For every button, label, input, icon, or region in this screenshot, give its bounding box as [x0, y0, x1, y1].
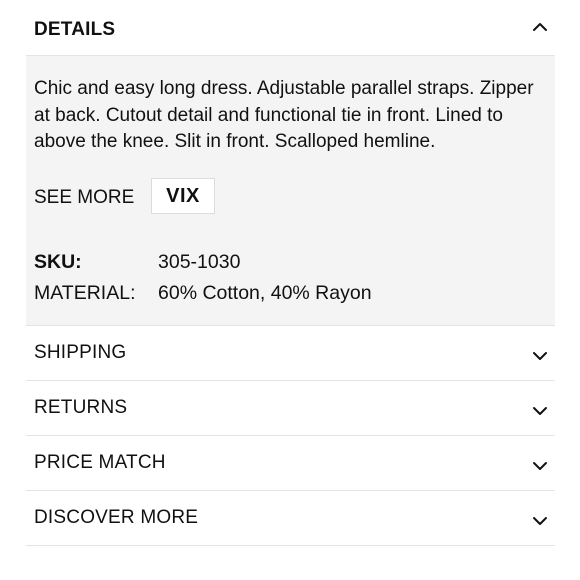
brand-button[interactable]: VIX — [151, 178, 215, 214]
see-more-label: SEE MORE — [34, 187, 135, 208]
product-description: Chic and easy long dress. Adjustable par… — [34, 78, 534, 152]
sku-label: SKU: — [34, 251, 82, 273]
chevron-down-icon[interactable] — [531, 402, 549, 420]
price-match-section-header[interactable]: PRICE MATCH — [26, 436, 555, 491]
discover-more-section-title: DISCOVER MORE — [34, 507, 199, 528]
material-value: 60% Cotton, 40% Rayon — [158, 282, 372, 304]
sku-value: 305-1030 — [158, 251, 241, 273]
returns-section-header[interactable]: RETURNS — [26, 381, 555, 436]
price-match-section-title: PRICE MATCH — [34, 452, 166, 473]
chevron-down-icon[interactable] — [531, 457, 549, 475]
returns-section-title: RETURNS — [34, 397, 128, 418]
chevron-down-icon[interactable] — [531, 512, 549, 530]
discover-more-section-header[interactable]: DISCOVER MORE — [26, 491, 555, 546]
chevron-down-icon[interactable] — [531, 347, 549, 365]
shipping-section-header[interactable]: SHIPPING — [26, 326, 555, 381]
product-info-accordion: DETAILS Chic and easy long dress. Adjust… — [26, 0, 555, 546]
details-section-header[interactable]: DETAILS — [26, 0, 555, 56]
product-info-page: DETAILS Chic and easy long dress. Adjust… — [0, 0, 580, 580]
details-panel: Chic and easy long dress. Adjustable par… — [26, 56, 555, 326]
material-label: MATERIAL: — [34, 282, 136, 304]
shipping-section-title: SHIPPING — [34, 342, 127, 363]
details-section-title: DETAILS — [34, 19, 116, 40]
chevron-up-icon[interactable] — [531, 18, 549, 36]
